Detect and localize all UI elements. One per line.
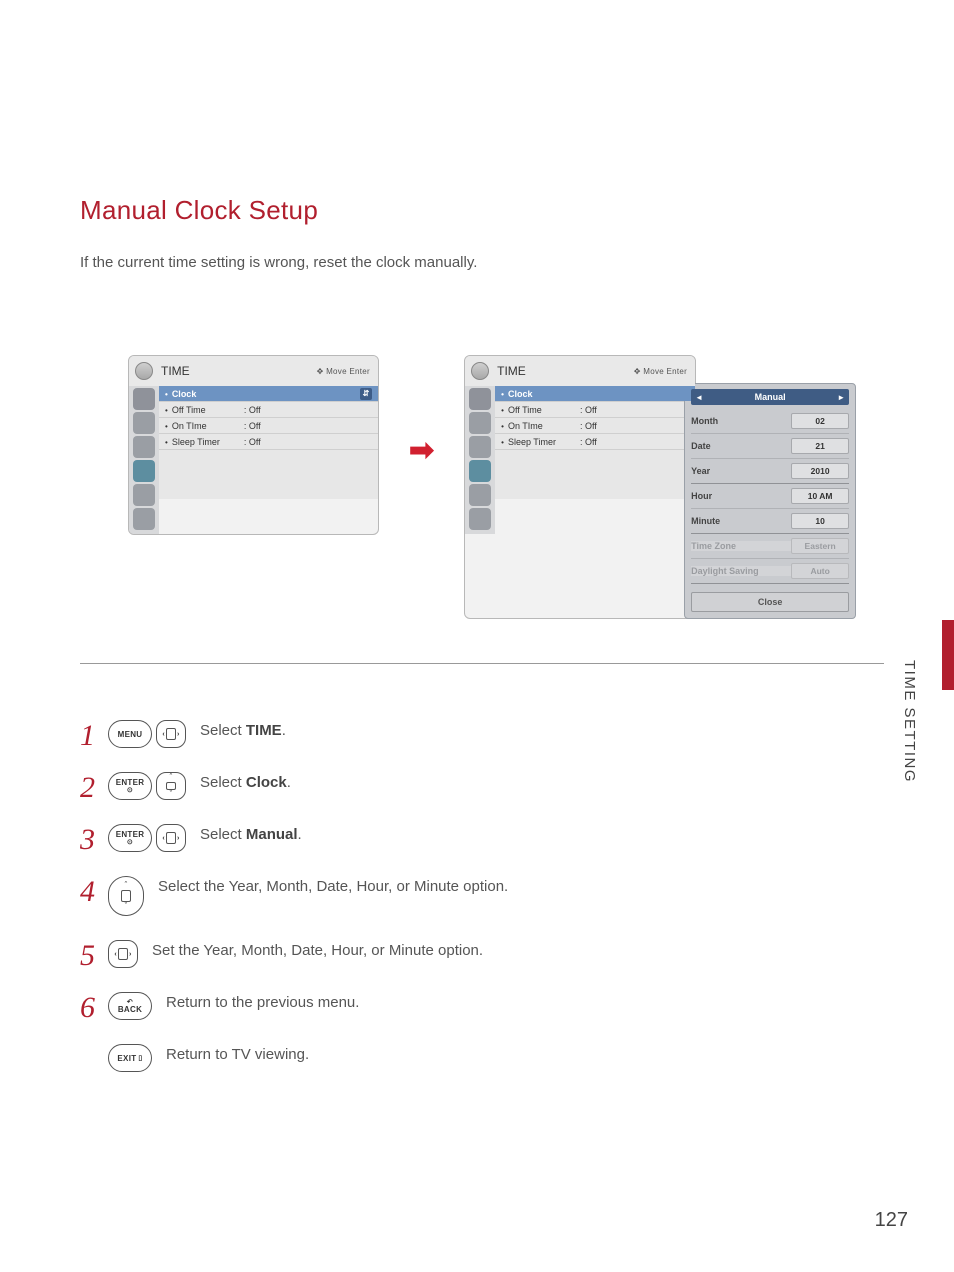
osd-screen-right: TIME ✥ Move Enter •Clock •Off Time: [464, 355, 696, 619]
step-text: Select Clock.: [200, 772, 291, 794]
step-text: Select Manual.: [200, 824, 302, 846]
osd-list: •Clock •Off Time Off •On TIme Off •Sleep…: [495, 386, 695, 534]
dpad-horizontal-icon[interactable]: ‹›: [156, 720, 186, 748]
menu-button[interactable]: MENU: [108, 720, 152, 748]
exit-button[interactable]: EXIT▯: [108, 1044, 152, 1072]
osd-sidebar: [465, 386, 495, 534]
step-number: 4: [80, 880, 94, 904]
dpad-vertical-icon[interactable]: ˆˇ: [156, 772, 186, 800]
step-number: 1: [80, 724, 94, 748]
chevron-down-icon: ⇵: [360, 388, 372, 400]
osd-title: TIME: [161, 364, 190, 378]
enter-button[interactable]: ENTER⊙: [108, 772, 152, 800]
dpad-vertical-icon[interactable]: ˆˇ: [108, 876, 144, 916]
manual-hour[interactable]: Hour10 AM: [691, 484, 849, 509]
triangle-right-icon: ►: [837, 393, 845, 402]
manual-header[interactable]: ◄ Manual ►: [691, 389, 849, 405]
osd-screen-left: TIME ✥ Move Enter •Clock ⇵ •Off Time Off: [128, 355, 379, 535]
step-number: 3: [80, 828, 94, 852]
osd-row-offtime[interactable]: •Off Time Off: [159, 401, 378, 417]
screenshot-row: TIME ✥ Move Enter •Clock ⇵ •Off Time Off: [80, 355, 884, 664]
step-6: 6 ↶BACK Return to the previous menu.: [80, 992, 884, 1020]
osd-row-ontime[interactable]: •On TIme Off: [495, 417, 695, 433]
osd-row-offtime[interactable]: •Off Time Off: [495, 401, 695, 417]
page-title: Manual Clock Setup: [80, 195, 884, 226]
step-text: Select the Year, Month, Date, Hour, or M…: [158, 876, 508, 898]
osd-hints: ✥ Move Enter: [317, 367, 370, 376]
arrow-right-icon: ➡: [409, 433, 434, 468]
steps-list: 1 MENU ‹› Select TIME. 2 ENTER⊙ ˆˇ Selec…: [80, 720, 884, 1072]
dpad-horizontal-icon[interactable]: ‹›: [156, 824, 186, 852]
manual-minute[interactable]: Minute10: [691, 509, 849, 534]
step-text: Return to TV viewing.: [166, 1044, 309, 1066]
step-2: 2 ENTER⊙ ˆˇ Select Clock.: [80, 772, 884, 800]
step-number: 2: [80, 776, 94, 800]
step-3: 3 ENTER⊙ ‹› Select Manual.: [80, 824, 884, 852]
clock-icon: [471, 362, 489, 380]
step-number: 6: [80, 996, 94, 1020]
manual-timezone: Time ZoneEastern: [691, 534, 849, 559]
manual-panel: ◄ Manual ► Month02 Date21 Year2010 Hour1…: [684, 383, 856, 619]
step-text: Select TIME.: [200, 720, 286, 742]
osd-hints: ✥ Move Enter: [634, 367, 687, 376]
manual-dst: Daylight SavingAuto: [691, 559, 849, 584]
triangle-left-icon: ◄: [695, 393, 703, 402]
manual-date[interactable]: Date21: [691, 434, 849, 459]
step-1: 1 MENU ‹› Select TIME.: [80, 720, 884, 748]
step-5: 5 ‹› Set the Year, Month, Date, Hour, or…: [80, 940, 884, 968]
step-text: Set the Year, Month, Date, Hour, or Minu…: [152, 940, 483, 962]
page-number: 127: [875, 1209, 908, 1232]
intro-text: If the current time setting is wrong, re…: [80, 254, 884, 271]
osd-row-clock[interactable]: •Clock ⇵: [159, 386, 378, 401]
manual-year[interactable]: Year2010: [691, 459, 849, 484]
osd-row-clock[interactable]: •Clock: [495, 386, 695, 401]
back-button[interactable]: ↶BACK: [108, 992, 152, 1020]
step-7: EXIT▯ Return to TV viewing.: [80, 1044, 884, 1072]
manual-close[interactable]: Close: [691, 592, 849, 612]
step-text: Return to the previous menu.: [166, 992, 359, 1014]
step-number: 5: [80, 944, 94, 968]
clock-icon: [135, 362, 153, 380]
enter-button[interactable]: ENTER⊙: [108, 824, 152, 852]
osd-row-ontime[interactable]: •On TIme Off: [159, 417, 378, 433]
manual-month[interactable]: Month02: [691, 409, 849, 434]
osd-row-sleeptimer[interactable]: •Sleep Timer Off: [159, 433, 378, 449]
osd-row-sleeptimer[interactable]: •Sleep Timer Off: [495, 433, 695, 449]
osd-title: TIME: [497, 364, 526, 378]
step-4: 4 ˆˇ Select the Year, Month, Date, Hour,…: [80, 876, 884, 916]
osd-sidebar: [129, 386, 159, 534]
osd-list: •Clock ⇵ •Off Time Off •On TIme Off •Sle…: [159, 386, 378, 534]
dpad-horizontal-icon[interactable]: ‹›: [108, 940, 138, 968]
